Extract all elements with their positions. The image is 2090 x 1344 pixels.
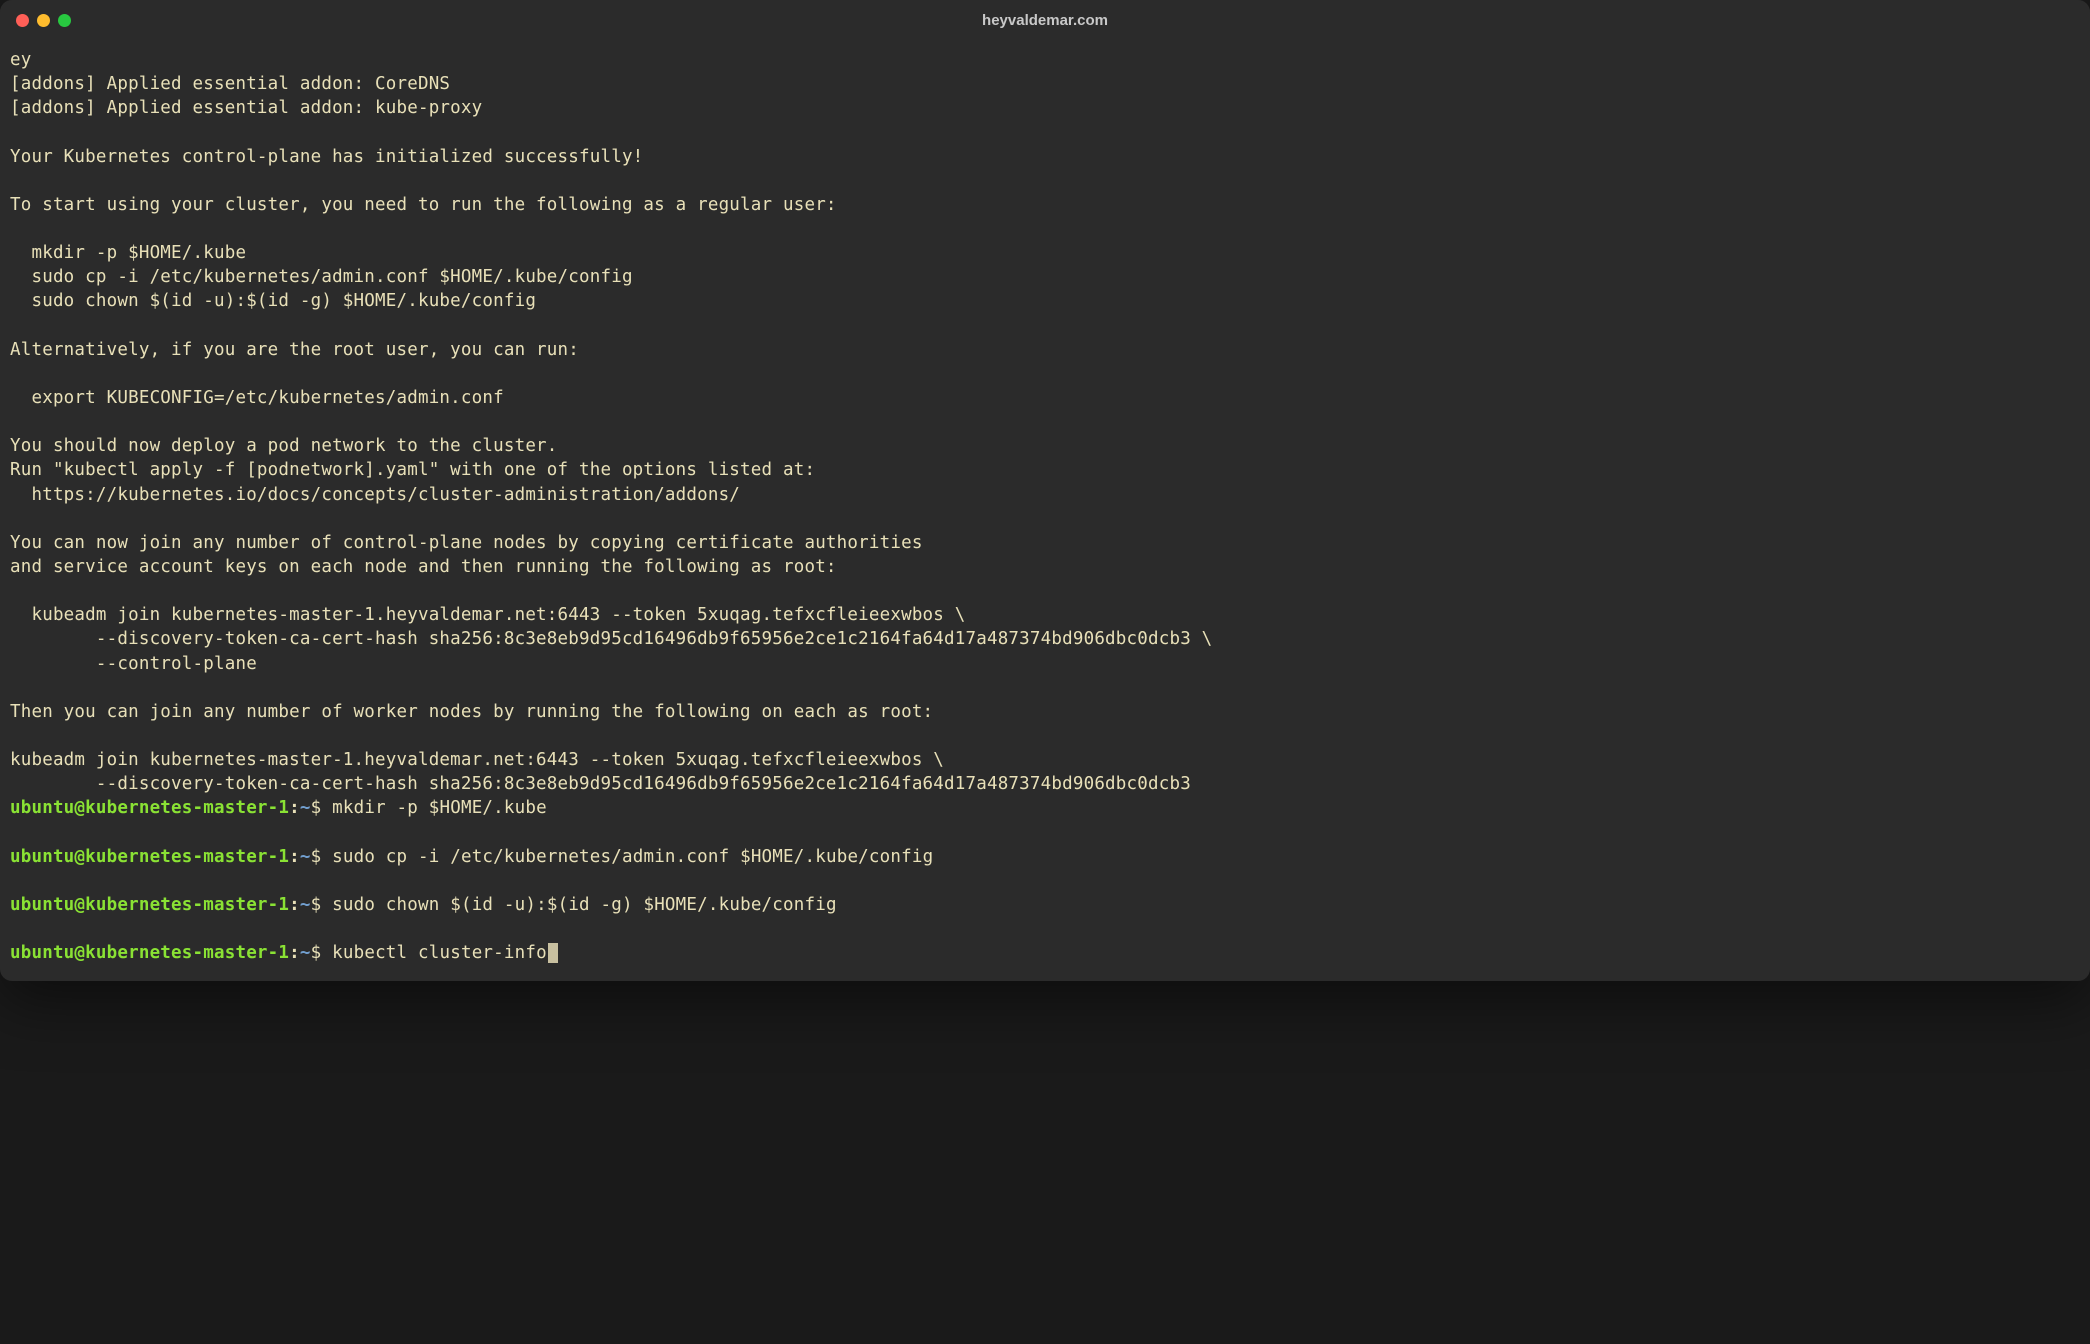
output-line: You can now join any number of control-p… [10, 533, 923, 553]
prompt-dollar: $ [311, 847, 332, 867]
output-line: Alternatively, if you are the root user,… [10, 340, 579, 360]
prompt-dollar: $ [311, 798, 332, 818]
prompt-user: ubuntu@kubernetes-master-1 [10, 943, 289, 963]
output-line: [addons] Applied essential addon: kube-p… [10, 98, 482, 118]
output-line: Run "kubectl apply -f [podnetwork].yaml"… [10, 460, 815, 480]
prompt-path: ~ [300, 943, 311, 963]
prompt-dollar: $ [311, 943, 332, 963]
prompt-dollar: $ [311, 895, 332, 915]
output-line: ey [10, 50, 31, 70]
output-line: sudo chown $(id -u):$(id -g) $HOME/.kube… [10, 291, 536, 311]
output-line: https://kubernetes.io/docs/concepts/clus… [10, 485, 740, 505]
output-line: Then you can join any number of worker n… [10, 702, 933, 722]
output-line: sudo cp -i /etc/kubernetes/admin.conf $H… [10, 267, 633, 287]
titlebar: heyvaldemar.com [0, 0, 2090, 40]
output-line: mkdir -p $HOME/.kube [10, 243, 246, 263]
output-line: --discovery-token-ca-cert-hash sha256:8c… [10, 774, 1191, 794]
minimize-button[interactable] [37, 14, 50, 27]
output-line: Your Kubernetes control-plane has initia… [10, 147, 643, 167]
prompt-user: ubuntu@kubernetes-master-1 [10, 895, 289, 915]
output-line: kubeadm join kubernetes-master-1.heyvald… [10, 605, 966, 625]
output-line: export KUBECONFIG=/etc/kubernetes/admin.… [10, 388, 504, 408]
prompt-line: ubuntu@kubernetes-master-1:~$ sudo cp -i… [10, 845, 2080, 869]
output-line: kubeadm join kubernetes-master-1.heyvald… [10, 750, 944, 770]
terminal-content[interactable]: ey [addons] Applied essential addon: Cor… [0, 40, 2090, 981]
command-text: sudo chown $(id -u):$(id -g) $HOME/.kube… [332, 895, 837, 915]
output-line: and service account keys on each node an… [10, 557, 837, 577]
command-text: mkdir -p $HOME/.kube [332, 798, 547, 818]
output-line: [addons] Applied essential addon: CoreDN… [10, 74, 450, 94]
prompt-colon: : [289, 798, 300, 818]
terminal-window: heyvaldemar.com ey [addons] Applied esse… [0, 0, 2090, 981]
prompt-user: ubuntu@kubernetes-master-1 [10, 798, 289, 818]
prompt-colon: : [289, 943, 300, 963]
prompt-line: ubuntu@kubernetes-master-1:~$ sudo chown… [10, 893, 2080, 917]
output-line: --discovery-token-ca-cert-hash sha256:8c… [10, 629, 1212, 649]
output-line: --control-plane [10, 654, 257, 674]
prompt-colon: : [289, 895, 300, 915]
output-line: To start using your cluster, you need to… [10, 195, 837, 215]
traffic-lights [16, 14, 71, 27]
output-line: You should now deploy a pod network to t… [10, 436, 558, 456]
prompt-path: ~ [300, 847, 311, 867]
cursor [548, 943, 558, 963]
close-button[interactable] [16, 14, 29, 27]
command-text: kubectl cluster-info [332, 943, 547, 963]
prompt-colon: : [289, 847, 300, 867]
prompt-path: ~ [300, 798, 311, 818]
prompt-path: ~ [300, 895, 311, 915]
window-title: heyvaldemar.com [16, 12, 2074, 29]
maximize-button[interactable] [58, 14, 71, 27]
prompt-line: ubuntu@kubernetes-master-1:~$ kubectl cl… [10, 941, 2080, 965]
prompt-user: ubuntu@kubernetes-master-1 [10, 847, 289, 867]
prompt-line: ubuntu@kubernetes-master-1:~$ mkdir -p $… [10, 796, 2080, 820]
command-text: sudo cp -i /etc/kubernetes/admin.conf $H… [332, 847, 933, 867]
